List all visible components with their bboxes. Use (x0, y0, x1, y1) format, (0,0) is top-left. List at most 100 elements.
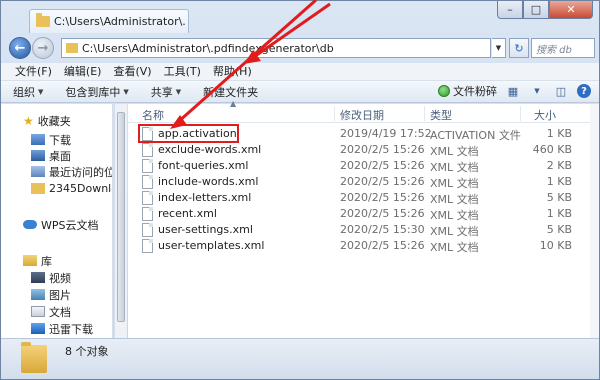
file-icon (142, 207, 153, 221)
nav-thunder-download[interactable]: 迅雷下载 (31, 320, 93, 337)
preview-pane-button[interactable]: ◫ (553, 83, 569, 99)
scrollbar-thumb[interactable] (117, 112, 125, 322)
chevron-down-icon: ▼ (534, 87, 540, 95)
forward-arrow-icon: → (37, 40, 49, 56)
nav-2345download-label: 2345Download (49, 182, 112, 195)
close-button[interactable]: ✕ (549, 1, 593, 19)
view-dropdown-button[interactable]: ▼ (529, 83, 545, 99)
file-date: 2020/2/5 15:26 (340, 175, 425, 188)
nav-favorites[interactable]: ★ 收藏夹 (23, 112, 71, 129)
refresh-icon: ↻ (514, 41, 524, 55)
folder-icon (31, 183, 45, 194)
menu-tools[interactable]: 工具(T) (158, 63, 207, 80)
window-controls: – □ ✕ (497, 1, 593, 19)
file-row[interactable]: font-queries.xml 2020/2/5 15:26 XML 文档 2… (128, 158, 590, 174)
address-bar[interactable]: C:\Users\Administrator\.pdfindexgenerato… (61, 38, 491, 58)
nav-downloads[interactable]: 下载 (31, 131, 71, 148)
nav-wps-cloud[interactable]: WPS云文档 (23, 216, 99, 233)
menu-help[interactable]: 帮助(H) (207, 63, 258, 80)
menu-file[interactable]: 文件(F) (9, 63, 58, 80)
column-divider[interactable] (520, 106, 521, 121)
file-icon (142, 159, 153, 173)
nav-videos[interactable]: 视频 (31, 269, 71, 286)
column-name[interactable]: 名称 (142, 107, 164, 123)
window-title: C:\Users\Administrator\.p (29, 9, 189, 33)
minimize-button[interactable]: – (497, 1, 523, 19)
file-type: XML 文档 (430, 161, 479, 174)
column-date[interactable]: 修改日期 (340, 107, 384, 123)
file-shredder-button[interactable]: 文件粉碎 (438, 83, 497, 99)
file-date: 2020/2/5 15:26 (340, 191, 425, 204)
column-divider[interactable] (424, 106, 425, 121)
help-button[interactable]: ? (577, 84, 591, 98)
nav-2345download[interactable]: 2345Download (31, 180, 112, 197)
nav-pictures[interactable]: 图片 (31, 286, 71, 303)
new-folder-button[interactable]: 新建文件夹 (203, 84, 258, 100)
nav-favorites-label: 收藏夹 (37, 114, 71, 128)
nav-desktop[interactable]: 桌面 (31, 147, 71, 164)
navigation-scrollbar[interactable] (114, 104, 127, 338)
maximize-button[interactable]: □ (523, 1, 549, 19)
column-divider[interactable] (334, 106, 335, 121)
item-count: 8 个对象 (65, 345, 109, 358)
highlight-box (138, 124, 239, 143)
file-name: font-queries.xml (158, 159, 249, 172)
file-icon (142, 223, 153, 237)
column-size[interactable]: 大小 (534, 107, 556, 123)
search-input[interactable]: 搜索 db (531, 38, 595, 58)
cloud-icon (23, 220, 37, 229)
address-dropdown-button[interactable]: ▼ (492, 38, 506, 58)
nav-recent-label: 最近访问的位置 (49, 165, 112, 179)
status-bar: 8 个对象 (1, 338, 599, 379)
address-row: ← → C:\Users\Administrator\.pdfindexgene… (1, 35, 599, 61)
file-type: XML 文档 (430, 193, 479, 206)
file-name: exclude-words.xml (158, 143, 262, 156)
address-path: C:\Users\Administrator\.pdfindexgenerato… (82, 41, 334, 55)
file-row[interactable]: include-words.xml 2020/2/5 15:26 XML 文档 … (128, 174, 590, 190)
file-date: 2020/2/5 15:26 (340, 143, 425, 156)
file-type: XML 文档 (430, 209, 479, 222)
file-icon (142, 191, 153, 205)
folder-icon (21, 342, 47, 373)
window-title-text: C:\Users\Administrator\. (54, 15, 186, 28)
nav-library[interactable]: 库 (23, 252, 52, 269)
file-row[interactable]: user-settings.xml 2020/2/5 15:30 XML 文档 … (128, 222, 590, 238)
file-icon (142, 175, 153, 189)
chevron-down-icon: ▼ (123, 87, 129, 96)
forward-button[interactable]: → (32, 37, 54, 59)
back-arrow-icon: ← (14, 40, 26, 56)
file-date: 2019/4/19 17:52 (340, 127, 432, 140)
nav-documents-label: 文档 (49, 305, 71, 319)
file-list-scrollbar[interactable] (590, 104, 599, 338)
file-name: include-words.xml (158, 175, 259, 188)
recent-places-icon (31, 166, 45, 177)
menu-view[interactable]: 查看(V) (107, 63, 157, 80)
nav-documents[interactable]: 文档 (31, 303, 71, 320)
file-row[interactable]: exclude-words.xml 2020/2/5 15:26 XML 文档 … (128, 142, 590, 158)
view-options-button[interactable]: ▦ (505, 83, 521, 99)
file-row[interactable]: index-letters.xml 2020/2/5 15:26 XML 文档 … (128, 190, 590, 206)
file-row[interactable]: recent.xml 2020/2/5 15:26 XML 文档 1 KB (128, 206, 590, 222)
file-row[interactable]: user-templates.xml 2020/2/5 15:26 XML 文档… (128, 238, 590, 254)
sort-up-icon: ▲ (230, 99, 237, 108)
downloads-icon (31, 134, 45, 145)
refresh-button[interactable]: ↻ (509, 38, 529, 58)
nav-videos-label: 视频 (49, 271, 71, 285)
file-size: 5 KB (546, 223, 572, 236)
share-button[interactable]: 共享 ▼ (151, 84, 181, 100)
nav-recent[interactable]: 最近访问的位置 (31, 163, 112, 180)
nav-library-label: 库 (41, 254, 52, 268)
back-button[interactable]: ← (9, 37, 31, 59)
column-type[interactable]: 类型 (430, 107, 452, 123)
nav-downloads-label: 下载 (49, 133, 71, 147)
organize-button[interactable]: 组织 ▼ (13, 84, 43, 100)
menu-edit[interactable]: 编辑(E) (58, 63, 108, 80)
chevron-down-icon: ▼ (175, 87, 182, 96)
file-size: 460 KB (532, 143, 572, 156)
file-name: user-settings.xml (158, 223, 253, 236)
file-type: ACTIVATION 文件 (430, 129, 521, 142)
folder-icon (66, 43, 78, 53)
file-type: XML 文档 (430, 145, 479, 158)
include-in-library-button[interactable]: 包含到库中 ▼ (65, 84, 128, 100)
file-icon (142, 239, 153, 253)
